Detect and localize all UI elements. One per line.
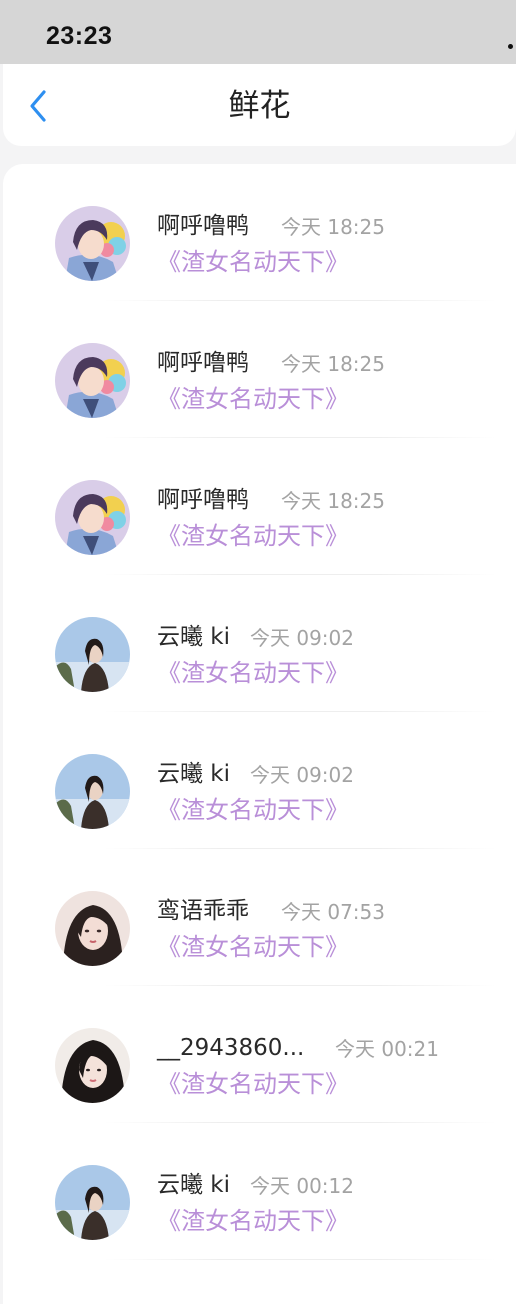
timestamp: 今天 07:53	[281, 900, 385, 924]
avatar[interactable]	[55, 1165, 130, 1240]
book-title[interactable]: 《渣女名动天下》	[157, 1068, 349, 1100]
book-title[interactable]: 《渣女名动天下》	[157, 657, 349, 689]
status-indicator-dot	[508, 44, 513, 49]
book-title[interactable]: 《渣女名动天下》	[157, 383, 349, 415]
username[interactable]: 云曦 ki	[157, 1169, 230, 1201]
flower-record-list: 啊呼噜鸭 今天 18:25 《渣女名动天下》 啊呼噜鸭 今天 18:25 《渣女…	[3, 164, 516, 1304]
page-title: 鲜花	[228, 88, 291, 124]
avatar[interactable]	[55, 206, 130, 281]
username[interactable]: 云曦 ki	[157, 621, 230, 653]
list-item[interactable]: 云曦 ki 今天 09:02 《渣女名动天下》	[3, 575, 516, 712]
timestamp: 今天 09:02	[250, 626, 354, 650]
book-title[interactable]: 《渣女名动天下》	[157, 520, 349, 552]
divider	[103, 1259, 496, 1260]
avatar[interactable]	[55, 1028, 130, 1103]
status-time: 23:23	[46, 22, 113, 50]
timestamp: 今天 18:25	[281, 352, 385, 376]
list-item[interactable]: 云曦 ki 今天 00:12 《渣女名动天下》	[3, 1123, 516, 1260]
timestamp: 今天 09:02	[250, 763, 354, 787]
book-title[interactable]: 《渣女名动天下》	[157, 1205, 349, 1237]
username[interactable]: 啊呼噜鸭	[157, 484, 249, 516]
timestamp: 今天 00:12	[250, 1174, 354, 1198]
list-item[interactable]: 啊呼噜鸭 今天 18:25 《渣女名动天下》	[3, 438, 516, 575]
list-item[interactable]: 啊呼噜鸭 今天 18:25 《渣女名动天下》	[3, 301, 516, 438]
avatar[interactable]	[55, 617, 130, 692]
username[interactable]: __2943860...	[157, 1032, 304, 1064]
list-item[interactable]: 啊呼噜鸭 今天 18:25 《渣女名动天下》	[3, 164, 516, 301]
timestamp: 今天 18:25	[281, 489, 385, 513]
avatar[interactable]	[55, 754, 130, 829]
list-item[interactable]: 鸾语乖乖 今天 07:53 《渣女名动天下》	[3, 849, 516, 986]
avatar[interactable]	[55, 891, 130, 966]
username[interactable]: 啊呼噜鸭	[157, 347, 249, 379]
avatar[interactable]	[55, 480, 130, 555]
list-item[interactable]: 云曦 ki 今天 09:02 《渣女名动天下》	[3, 712, 516, 849]
username[interactable]: 云曦 ki	[157, 758, 230, 790]
book-title[interactable]: 《渣女名动天下》	[157, 794, 349, 826]
username[interactable]: 鸾语乖乖	[157, 895, 249, 927]
timestamp: 今天 00:21	[335, 1037, 439, 1061]
status-bar: 23:23	[0, 0, 516, 64]
book-title[interactable]: 《渣女名动天下》	[157, 246, 349, 278]
list-item[interactable]: __2943860... 今天 00:21 《渣女名动天下》	[3, 986, 516, 1123]
nav-bar: 鲜花	[3, 64, 516, 146]
avatar[interactable]	[55, 343, 130, 418]
timestamp: 今天 18:25	[281, 215, 385, 239]
username[interactable]: 啊呼噜鸭	[157, 210, 249, 242]
book-title[interactable]: 《渣女名动天下》	[157, 931, 349, 963]
